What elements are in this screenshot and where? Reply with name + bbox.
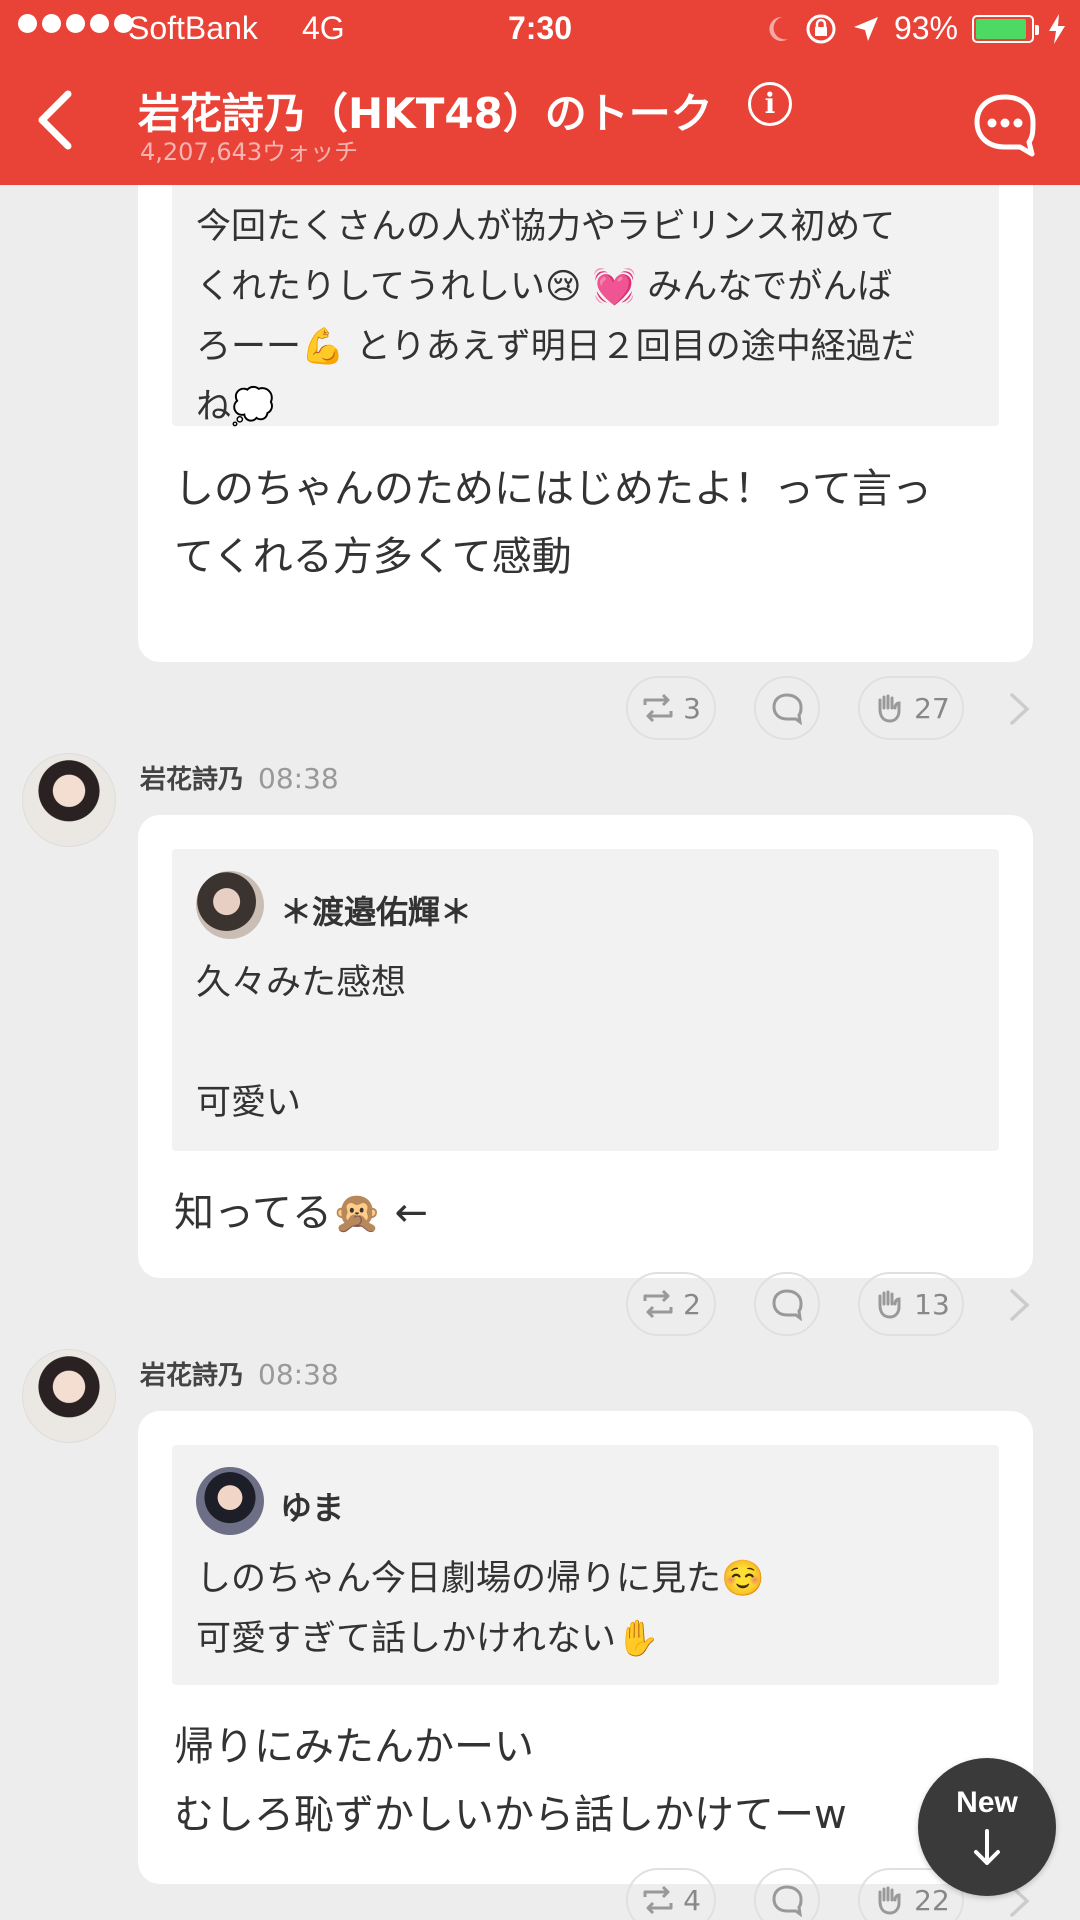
comment-icon [772,693,803,725]
clap-count: 22 [914,1883,950,1917]
comment-icon [772,1885,803,1917]
reply-text: 知ってる🙊 ← [174,1190,429,1236]
author-line: 岩花詩乃 08:38 [140,759,339,796]
author-avatar[interactable] [22,753,116,847]
moon-icon [769,16,788,41]
quoted-message[interactable]: ＊渡邉佑輝＊ 久々みた感想 可愛い [172,849,999,1151]
retweet-icon [643,1289,673,1319]
watch-count: 4,207,643ウォッチ [140,138,359,166]
post-actions: 3 27 [0,676,1080,746]
comment-button[interactable] [754,1272,820,1336]
retweet-icon [643,693,673,723]
clap-hand-icon [878,1886,901,1915]
back-arrow-icon[interactable] [30,88,80,152]
comment-bubble-icon[interactable] [972,92,1038,158]
rotation-lock-icon [806,14,836,43]
new-messages-button[interactable]: New [918,1758,1056,1896]
clap-count: 27 [914,691,950,725]
quoted-text: 久々みた感想 可愛い [196,963,407,1123]
retweet-button[interactable]: 2 [626,1272,716,1336]
battery-percent: 93% [893,10,958,46]
message-card[interactable]: ＊渡邉佑輝＊ 久々みた感想 可愛い 知ってる🙊 ← [138,815,1033,1278]
location-arrow-icon [853,16,878,41]
quoted-user-avatar[interactable] [196,1467,264,1535]
clap-button[interactable]: 13 [858,1272,964,1336]
retweet-button[interactable]: 4 [626,1868,716,1920]
quoted-user-name: ＊渡邉佑輝＊ [280,893,473,931]
quoted-text: しのちゃん今日劇場の帰りに見た☺️ 可愛すぎて話しかけれない✋ [196,1559,765,1659]
comment-icon [772,1289,803,1321]
message-card[interactable]: 今回たくさんの人が協力やラビリンス初めて くれたりしてうれしい😢 💓 みんなでが… [138,185,1033,662]
battery-icon [972,14,1039,43]
reply-text: しのちゃんのためにはじめたよ！って言っ てくれる方多くて感動 [174,466,932,580]
retweet-button[interactable]: 3 [626,676,716,740]
top-bar: SoftBank 4G 7:30 93% 岩花詩乃（HKT48）のトーク i 4… [0,0,1080,185]
arrow-down-icon [974,1829,1000,1865]
author-name: 岩花詩乃 [140,765,245,795]
clap-count: 13 [914,1287,950,1321]
reply-text: 帰りにみたんかーい むしろ恥ずかしいから話しかけてーw [174,1724,847,1838]
info-icon[interactable]: i [748,82,792,126]
quoted-text: 今回たくさんの人が協力やラビリンス初めて くれたりしてうれしい😢 💓 みんなでが… [196,207,916,427]
clap-button[interactable]: 27 [858,676,964,740]
retweet-count: 3 [683,691,701,725]
author-line: 岩花詩乃 08:38 [140,1355,339,1392]
nav-bar: 岩花詩乃（HKT48）のトーク i 4,207,643ウォッチ [0,58,1080,185]
retweet-icon [643,1885,673,1915]
clap-hand-icon [878,694,901,723]
message-card[interactable]: ゆま しのちゃん今日劇場の帰りに見た☺️ 可愛すぎて話しかけれない✋ 帰りにみた… [138,1411,1033,1884]
retweet-count: 4 [683,1883,701,1917]
post-actions: 4 22 [0,1868,1080,1920]
new-button-label: New [956,1786,1018,1819]
retweet-count: 2 [683,1287,701,1321]
post-time: 08:38 [258,1358,339,1391]
quoted-user-avatar[interactable] [196,871,264,939]
chevron-right-icon[interactable] [1008,1287,1032,1323]
clap-hand-icon [878,1290,901,1319]
author-avatar[interactable] [22,1349,116,1443]
charging-bolt-icon [1049,13,1065,44]
post-actions: 2 13 [0,1272,1080,1342]
author-name: 岩花詩乃 [140,1361,245,1391]
quoted-user-name: ゆま [280,1489,345,1527]
post-time: 08:38 [258,762,339,795]
talk-feed[interactable]: 今回たくさんの人が協力やラビリンス初めて くれたりしてうれしい😢 💓 みんなでが… [0,185,1080,1920]
quoted-message[interactable]: 今回たくさんの人が協力やラビリンス初めて くれたりしてうれしい😢 💓 みんなでが… [172,185,999,427]
comment-button[interactable] [754,676,820,740]
status-bar: SoftBank 4G 7:30 93% [0,0,1080,58]
comment-button[interactable] [754,1868,820,1920]
chevron-right-icon[interactable] [1008,691,1032,727]
quoted-message[interactable]: ゆま しのちゃん今日劇場の帰りに見た☺️ 可愛すぎて話しかけれない✋ [172,1445,999,1685]
